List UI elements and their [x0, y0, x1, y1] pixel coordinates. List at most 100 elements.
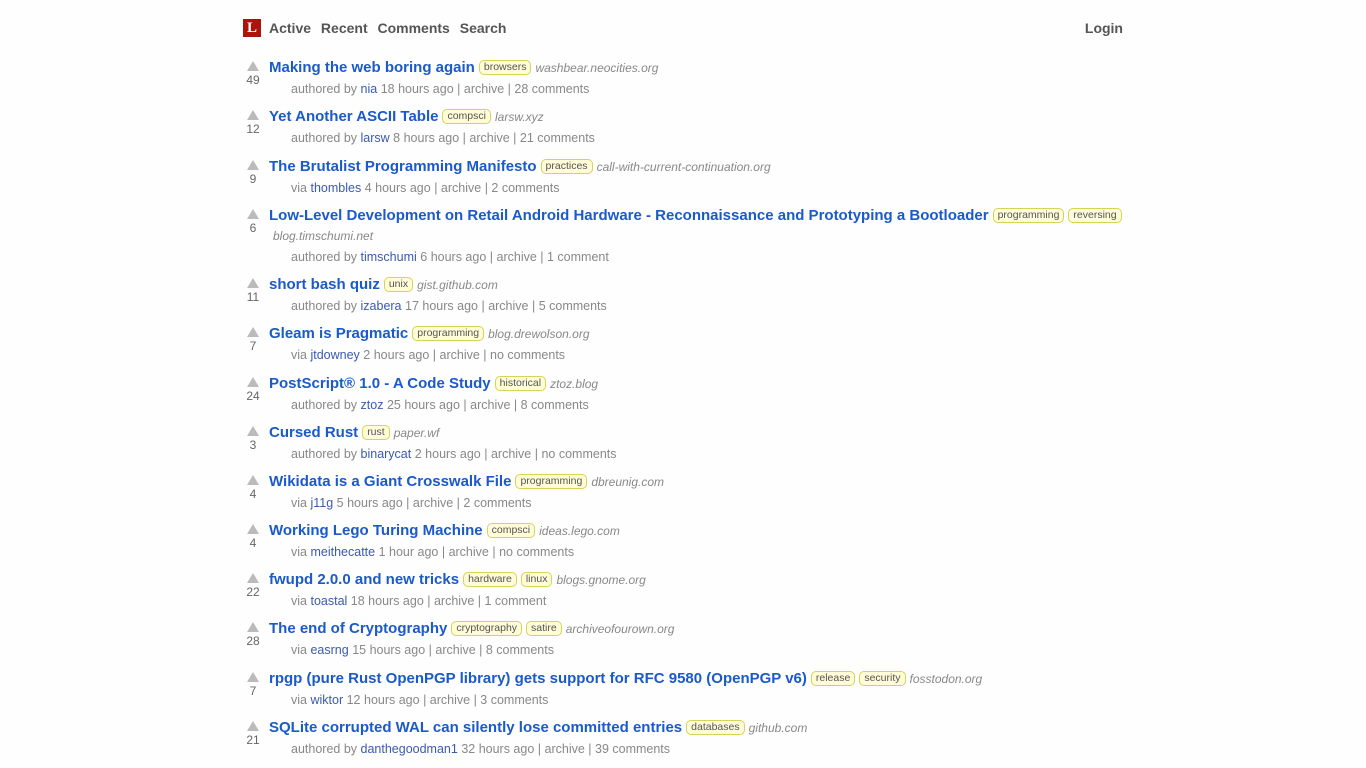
archive-link[interactable]: archive	[449, 545, 489, 559]
upvote-arrow-icon[interactable]	[247, 672, 259, 682]
archive-link[interactable]: archive	[440, 348, 480, 362]
upvote-arrow-icon[interactable]	[247, 278, 259, 288]
story-title-link[interactable]: Low-Level Development on Retail Android …	[269, 207, 989, 224]
tag-badge[interactable]: reversing	[1068, 208, 1122, 223]
comments-link[interactable]: 28 comments	[514, 82, 589, 96]
tag-badge[interactable]: databases	[686, 720, 745, 735]
author-link[interactable]: jtdowney	[310, 348, 359, 362]
upvote-arrow-icon[interactable]	[247, 209, 259, 219]
story-title-link[interactable]: fwupd 2.0.0 and new tricks	[269, 571, 459, 588]
story-title-link[interactable]: SQLite corrupted WAL can silently lose c…	[269, 719, 682, 736]
comments-link[interactable]: 8 comments	[521, 398, 589, 412]
tag-badge[interactable]: linux	[520, 572, 553, 587]
archive-link[interactable]: archive	[430, 693, 470, 707]
story-title-link[interactable]: The Brutalist Programming Manifesto	[269, 158, 537, 175]
archive-link[interactable]: archive	[434, 594, 474, 608]
login-link[interactable]: Login	[1085, 20, 1123, 36]
author-link[interactable]: easrng	[310, 643, 348, 657]
comments-link[interactable]: 5 comments	[539, 299, 607, 313]
tag-badge[interactable]: rust	[362, 425, 390, 440]
tag-badge[interactable]: practices	[540, 159, 593, 174]
archive-link[interactable]: archive	[413, 496, 453, 510]
archive-link[interactable]: archive	[488, 299, 528, 313]
story-title-link[interactable]: Making the web boring again	[269, 59, 475, 76]
story-domain[interactable]: archiveofourown.org	[566, 622, 675, 636]
nav-search[interactable]: Search	[460, 20, 507, 36]
story-title-link[interactable]: Gleam is Pragmatic	[269, 325, 408, 342]
archive-link[interactable]: archive	[441, 181, 481, 195]
story-title-link[interactable]: Yet Another ASCII Table	[269, 108, 438, 125]
tag-badge[interactable]: historical	[494, 376, 547, 391]
comments-link[interactable]: no comments	[490, 348, 565, 362]
tag-badge[interactable]: programming	[515, 474, 588, 489]
story-domain[interactable]: blogs.gnome.org	[556, 573, 645, 587]
site-logo-icon[interactable]: L	[243, 19, 261, 37]
author-link[interactable]: danthegoodman1	[361, 742, 458, 756]
tag-badge[interactable]: release	[810, 671, 856, 686]
nav-active[interactable]: Active	[269, 20, 311, 36]
author-link[interactable]: ztoz	[361, 398, 384, 412]
author-link[interactable]: timschumi	[361, 250, 417, 264]
story-title-link[interactable]: short bash quiz	[269, 276, 380, 293]
archive-link[interactable]: archive	[545, 742, 585, 756]
upvote-arrow-icon[interactable]	[247, 426, 259, 436]
story-title-link[interactable]: rpgp (pure Rust OpenPGP library) gets su…	[269, 670, 807, 687]
tag-badge[interactable]: cryptography	[451, 621, 523, 636]
story-domain[interactable]: blog.timschumi.net	[273, 229, 373, 243]
tag-badge[interactable]: browsers	[478, 60, 532, 75]
comments-link[interactable]: 2 comments	[491, 181, 559, 195]
story-domain[interactable]: blog.drewolson.org	[488, 327, 589, 341]
tag-badge[interactable]: satire	[526, 621, 562, 636]
author-link[interactable]: binarycat	[361, 447, 412, 461]
story-title-link[interactable]: The end of Cryptography	[269, 620, 447, 637]
author-link[interactable]: nia	[361, 82, 378, 96]
upvote-arrow-icon[interactable]	[247, 110, 259, 120]
comments-link[interactable]: 1 comment	[484, 594, 546, 608]
author-link[interactable]: meithecatte	[310, 545, 375, 559]
comments-link[interactable]: 3 comments	[480, 693, 548, 707]
tag-badge[interactable]: programming	[992, 208, 1065, 223]
story-domain[interactable]: ideas.lego.com	[539, 524, 620, 538]
upvote-arrow-icon[interactable]	[247, 573, 259, 583]
story-domain[interactable]: gist.github.com	[417, 278, 498, 292]
archive-link[interactable]: archive	[464, 82, 504, 96]
story-domain[interactable]: washbear.neocities.org	[535, 61, 658, 75]
tag-badge[interactable]: hardware	[463, 572, 517, 587]
comments-link[interactable]: 1 comment	[547, 250, 609, 264]
story-domain[interactable]: call-with-current-continuation.org	[597, 160, 771, 174]
tag-badge[interactable]: security	[859, 671, 906, 686]
story-domain[interactable]: dbreunig.com	[591, 475, 664, 489]
story-title-link[interactable]: PostScript® 1.0 - A Code Study	[269, 375, 491, 392]
tag-badge[interactable]: unix	[383, 277, 414, 292]
archive-link[interactable]: archive	[497, 250, 537, 264]
author-link[interactable]: j11g	[310, 496, 333, 510]
tag-badge[interactable]: compsci	[486, 523, 536, 538]
archive-link[interactable]: archive	[470, 398, 510, 412]
story-title-link[interactable]: Wikidata is a Giant Crosswalk File	[269, 473, 511, 490]
archive-link[interactable]: archive	[435, 643, 475, 657]
comments-link[interactable]: 8 comments	[486, 643, 554, 657]
archive-link[interactable]: archive	[491, 447, 531, 461]
story-domain[interactable]: ztoz.blog	[550, 377, 598, 391]
comments-link[interactable]: no comments	[541, 447, 616, 461]
comments-link[interactable]: 21 comments	[520, 131, 595, 145]
upvote-arrow-icon[interactable]	[247, 524, 259, 534]
upvote-arrow-icon[interactable]	[247, 160, 259, 170]
story-domain[interactable]: fosstodon.org	[910, 672, 983, 686]
upvote-arrow-icon[interactable]	[247, 377, 259, 387]
story-domain[interactable]: larsw.xyz	[495, 110, 544, 124]
story-title-link[interactable]: Cursed Rust	[269, 424, 358, 441]
upvote-arrow-icon[interactable]	[247, 327, 259, 337]
nav-recent[interactable]: Recent	[321, 20, 368, 36]
nav-comments[interactable]: Comments	[378, 20, 450, 36]
author-link[interactable]: thombles	[310, 181, 361, 195]
story-domain[interactable]: github.com	[749, 721, 808, 735]
upvote-arrow-icon[interactable]	[247, 475, 259, 485]
tag-badge[interactable]: compsci	[442, 109, 491, 124]
comments-link[interactable]: 39 comments	[595, 742, 670, 756]
author-link[interactable]: wiktor	[310, 693, 343, 707]
author-link[interactable]: toastal	[310, 594, 347, 608]
author-link[interactable]: izabera	[361, 299, 402, 313]
upvote-arrow-icon[interactable]	[247, 61, 259, 71]
story-domain[interactable]: paper.wf	[394, 426, 440, 440]
